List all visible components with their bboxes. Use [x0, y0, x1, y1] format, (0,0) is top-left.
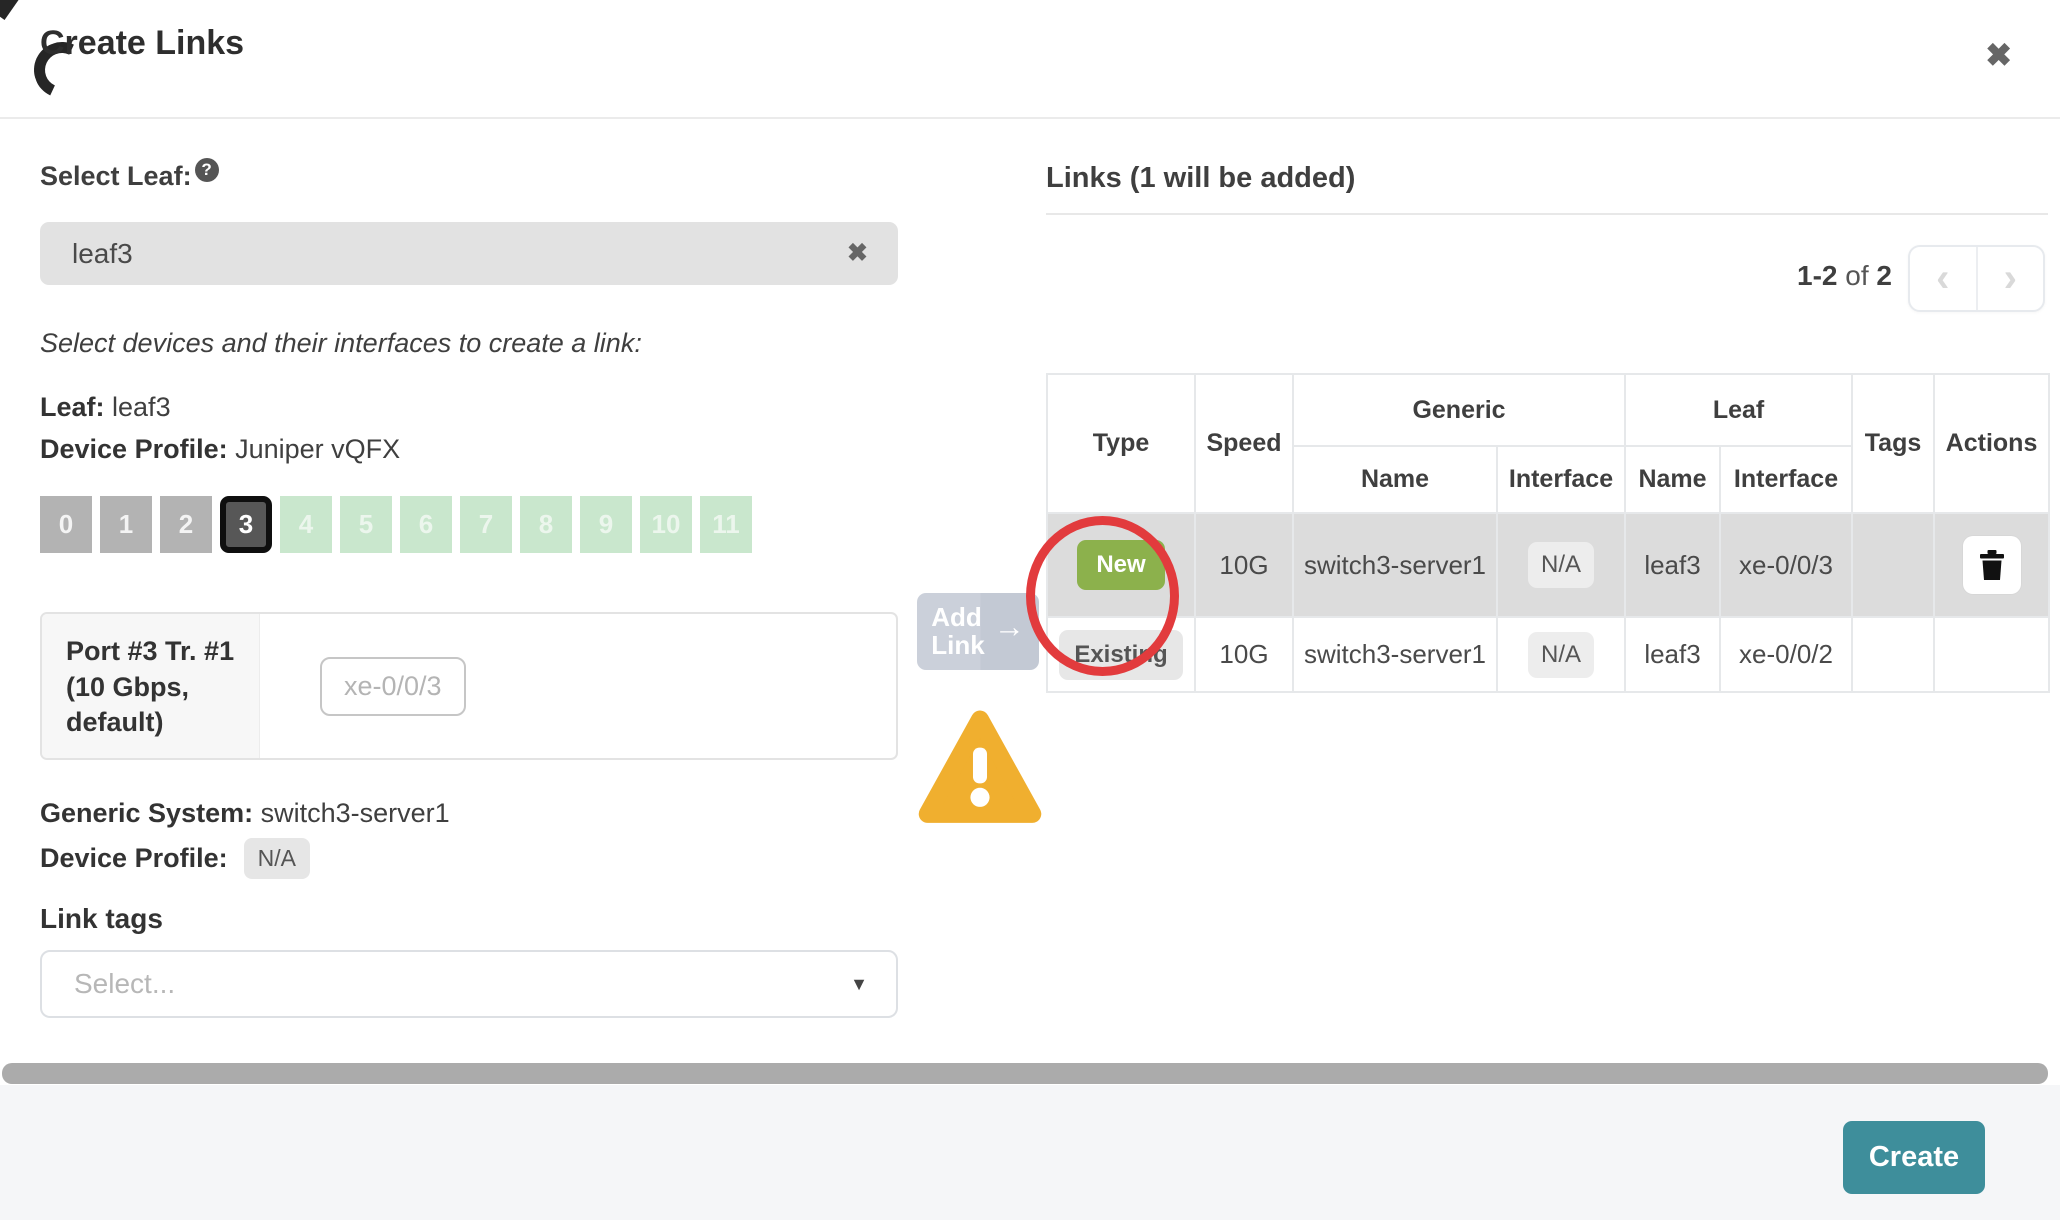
links-heading: Links (1 will be added) — [1046, 162, 1355, 195]
na-badge: N/A — [1528, 632, 1594, 678]
link-tags-placeholder: Select... — [74, 952, 175, 1016]
leaf-interface-cell: xe-0/0/2 — [1720, 617, 1852, 692]
footer-bar: Create — [0, 1085, 2060, 1220]
col-header-speed: Speed — [1195, 374, 1293, 513]
clear-icon[interactable]: ✖ — [847, 222, 868, 285]
device-profile-label: Device Profile: — [40, 434, 228, 464]
header-divider — [0, 117, 2060, 119]
actions-cell — [1934, 617, 2049, 692]
leaf-name-cell: leaf3 — [1625, 617, 1720, 692]
port-box-0[interactable]: 0 — [40, 496, 92, 553]
na-badge: N/A — [1528, 542, 1594, 588]
pager-next-button[interactable]: › — [1978, 247, 2044, 310]
port-box-8[interactable]: 8 — [520, 496, 572, 553]
actions-cell — [1934, 513, 2049, 617]
type-cell: Existing — [1047, 617, 1195, 692]
select-leaf-label: Select Leaf:? — [40, 158, 219, 192]
existing-badge: Existing — [1059, 630, 1182, 680]
links-divider — [1046, 213, 2048, 215]
leaf-summary: Leaf: leaf3 — [40, 392, 171, 423]
add-link-button[interactable]: Add Link → — [917, 593, 1039, 670]
generic-name-cell: switch3-server1 — [1293, 617, 1497, 692]
port-box-10[interactable]: 10 — [640, 496, 692, 553]
pagination-of: of — [1845, 260, 1868, 291]
leaf-name-cell: leaf3 — [1625, 513, 1720, 617]
chevron-down-icon: ▼ — [850, 952, 868, 1016]
generic-interface-cell: N/A — [1497, 617, 1625, 692]
close-icon[interactable]: ✖ — [1985, 36, 2012, 74]
pagination-total: 2 — [1876, 260, 1892, 291]
pagination-range: 1-2 — [1797, 260, 1837, 291]
interface-chip[interactable]: xe-0/0/3 — [320, 657, 466, 716]
col-header-tags: Tags — [1852, 374, 1934, 513]
generic-system-value: switch3-server1 — [261, 798, 450, 828]
col-header-actions: Actions — [1934, 374, 2049, 513]
speed-cell: 10G — [1195, 617, 1293, 692]
tags-cell — [1852, 617, 1934, 692]
arrow-right-icon: → — [994, 611, 1025, 644]
port-selector: 01234567891011 — [40, 496, 752, 553]
screen-artifact — [0, 0, 19, 20]
col-header-generic: Generic — [1293, 374, 1625, 446]
create-button[interactable]: Create — [1843, 1121, 1985, 1194]
table-row-new-link: New 10G switch3-server1 N/A leaf3 xe-0/0… — [1047, 513, 2049, 617]
add-link-label: Add Link — [931, 604, 984, 659]
port-box-7[interactable]: 7 — [460, 496, 512, 553]
col-header-generic-interface: Interface — [1497, 446, 1625, 513]
port-box-11[interactable]: 11 — [700, 496, 752, 553]
port-box-6[interactable]: 6 — [400, 496, 452, 553]
port-box-3[interactable]: 3 — [220, 496, 272, 553]
link-tags-label: Link tags — [40, 903, 163, 935]
leaf-interface-cell: xe-0/0/3 — [1720, 513, 1852, 617]
port-detail-label: Port #3 Tr. #1 (10 Gbps, default) — [42, 614, 260, 758]
port-box-9[interactable]: 9 — [580, 496, 632, 553]
port-box-4[interactable]: 4 — [280, 496, 332, 553]
pager: ‹ › — [1908, 245, 2045, 312]
port-box-2[interactable]: 2 — [160, 496, 212, 553]
col-header-leaf-name: Name — [1625, 446, 1720, 513]
device-profile-value: Juniper vQFX — [235, 434, 400, 464]
col-header-generic-name: Name — [1293, 446, 1497, 513]
port-box-5[interactable]: 5 — [340, 496, 392, 553]
col-header-type: Type — [1047, 374, 1195, 513]
leaf-label: Leaf: — [40, 392, 105, 422]
leaf-value: leaf3 — [112, 392, 171, 422]
link-tags-select[interactable]: Select... ▼ — [40, 950, 898, 1018]
col-header-leaf: Leaf — [1625, 374, 1852, 446]
generic-interface-cell: N/A — [1497, 513, 1625, 617]
help-icon[interactable]: ? — [195, 158, 219, 182]
table-row-existing-link: Existing 10G switch3-server1 N/A leaf3 x… — [1047, 617, 2049, 692]
generic-system-summary: Generic System: switch3-server1 — [40, 798, 450, 829]
delete-link-button[interactable] — [1963, 536, 2021, 594]
horizontal-scrollbar[interactable] — [2, 1063, 2048, 1084]
create-links-dialog: Create Links ✖ Select Leaf:? leaf3 ✖ Sel… — [0, 0, 2060, 1220]
tags-cell — [1852, 513, 1934, 617]
generic-profile-label: Device Profile: — [40, 843, 228, 874]
page-title: Create Links — [40, 24, 244, 63]
device-profile-summary: Device Profile: Juniper vQFX — [40, 434, 400, 465]
col-header-leaf-interface: Interface — [1720, 446, 1852, 513]
instruction-text: Select devices and their interfaces to c… — [40, 328, 642, 359]
type-cell: New — [1047, 513, 1195, 617]
generic-system-label: Generic System: — [40, 798, 253, 828]
port-detail-panel: Port #3 Tr. #1 (10 Gbps, default) xe-0/0… — [40, 612, 898, 760]
port-box-1[interactable]: 1 — [100, 496, 152, 553]
generic-name-cell: switch3-server1 — [1293, 513, 1497, 617]
generic-device-profile: Device Profile: N/A — [40, 838, 310, 879]
leaf-input-value: leaf3 — [72, 222, 133, 285]
pager-prev-button[interactable]: ‹ — [1910, 247, 1976, 310]
na-badge: N/A — [244, 838, 310, 879]
new-badge: New — [1077, 540, 1164, 590]
speed-cell: 10G — [1195, 513, 1293, 617]
trash-icon — [1979, 550, 2005, 580]
links-table: Type Speed Generic Leaf Tags Actions Nam… — [1046, 373, 2050, 693]
pagination-summary: 1-2 of 2 — [1580, 260, 1892, 292]
warning-icon — [916, 708, 1044, 828]
leaf-search-input[interactable]: leaf3 ✖ — [40, 222, 898, 285]
